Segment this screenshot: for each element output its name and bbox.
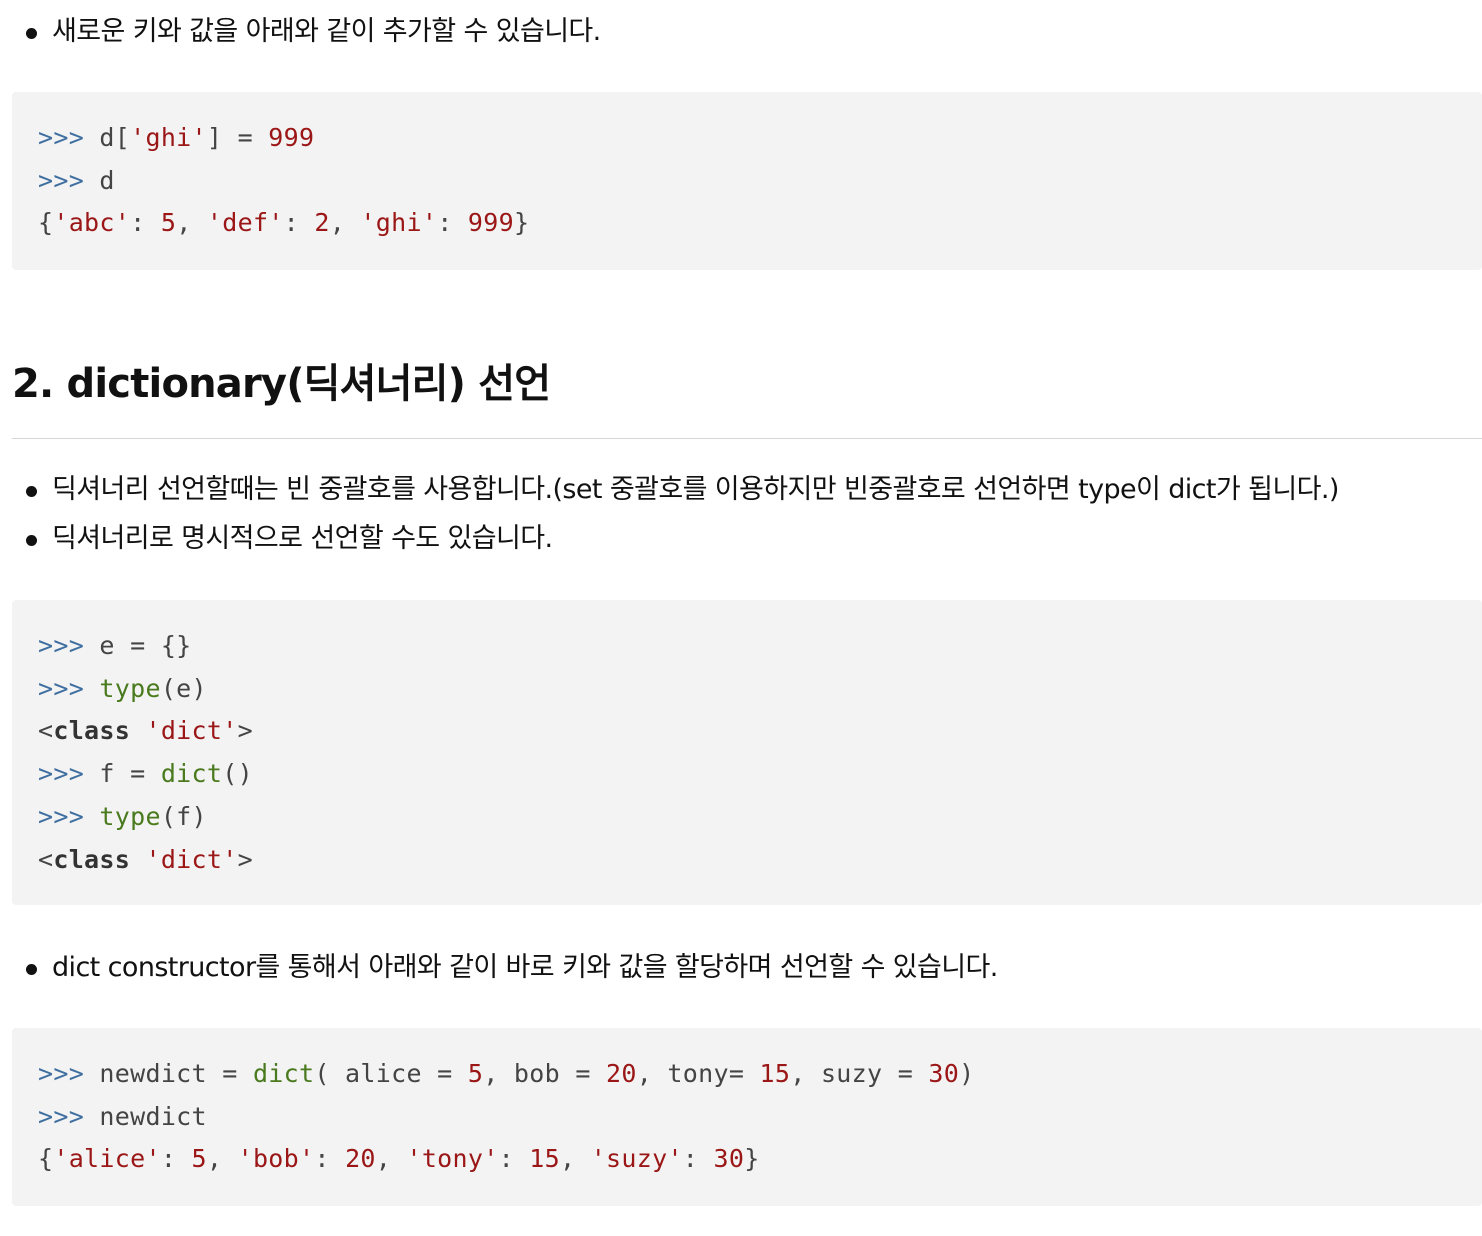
- prompt: >>>: [38, 123, 85, 152]
- prompt: >>>: [38, 1101, 85, 1131]
- prompt: >>>: [38, 631, 85, 660]
- code-line-output: <class 'dict'>: [38, 716, 253, 746]
- section-heading: 2. dictionary(딕셔너리) 선언: [12, 361, 551, 407]
- bullet-item-empty-braces: 딕셔너리 선언할때는 빈 중괄호를 사용합니다.(set 중괄호를 이용하지만 …: [12, 465, 1339, 514]
- section-bullet-list: 딕셔너리 선언할때는 빈 중괄호를 사용합니다.(set 중괄호를 이용하지만 …: [12, 465, 1339, 563]
- code-line: >>> d['ghi'] = 999: [38, 123, 315, 152]
- code-block-add-key[interactable]: >>> d['ghi'] = 999 >>> d {'abc': 5, 'def…: [12, 92, 1482, 270]
- code-block-constructor[interactable]: >>> newdict = dict( alice = 5, bob = 20,…: [12, 1028, 1482, 1206]
- prompt: >>>: [38, 165, 85, 195]
- constructor-bullet-list: dict constructor를 통해서 아래와 같이 바로 키와 값을 할당…: [12, 943, 998, 992]
- code-line-output: {'abc': 5, 'def': 2, 'ghi': 999}: [38, 208, 530, 238]
- bullet-item-explicit-declare: 딕셔너리로 명시적으로 선언할 수도 있습니다.: [12, 514, 1339, 563]
- code-line: >>> newdict: [38, 1101, 207, 1131]
- bullet-item-add-key: 새로운 키와 값을 아래와 같이 추가할 수 있습니다.: [12, 7, 601, 56]
- code-line: >>> type(f): [38, 801, 207, 831]
- code-block-declare[interactable]: >>> e = {} >>> type(e) <class 'dict'> >>…: [12, 600, 1482, 905]
- heading-divider: [12, 438, 1482, 439]
- code-line: >>> newdict = dict( alice = 5, bob = 20,…: [38, 1059, 975, 1088]
- code-line: >>> type(e): [38, 673, 207, 703]
- prompt: >>>: [38, 801, 85, 831]
- intro-bullet-list: 새로운 키와 값을 아래와 같이 추가할 수 있습니다.: [12, 7, 601, 56]
- prompt: >>>: [38, 759, 85, 789]
- bullet-item-constructor: dict constructor를 통해서 아래와 같이 바로 키와 값을 할당…: [12, 943, 998, 992]
- code-line-output: {'alice': 5, 'bob': 20, 'tony': 15, 'suz…: [38, 1144, 760, 1174]
- code-line: >>> f = dict(): [38, 759, 253, 789]
- code-line: >>> e = {}: [38, 631, 192, 660]
- prompt: >>>: [38, 673, 85, 703]
- code-line: >>> d: [38, 165, 115, 195]
- prompt: >>>: [38, 1059, 85, 1088]
- code-line-output: <class 'dict'>: [38, 844, 253, 874]
